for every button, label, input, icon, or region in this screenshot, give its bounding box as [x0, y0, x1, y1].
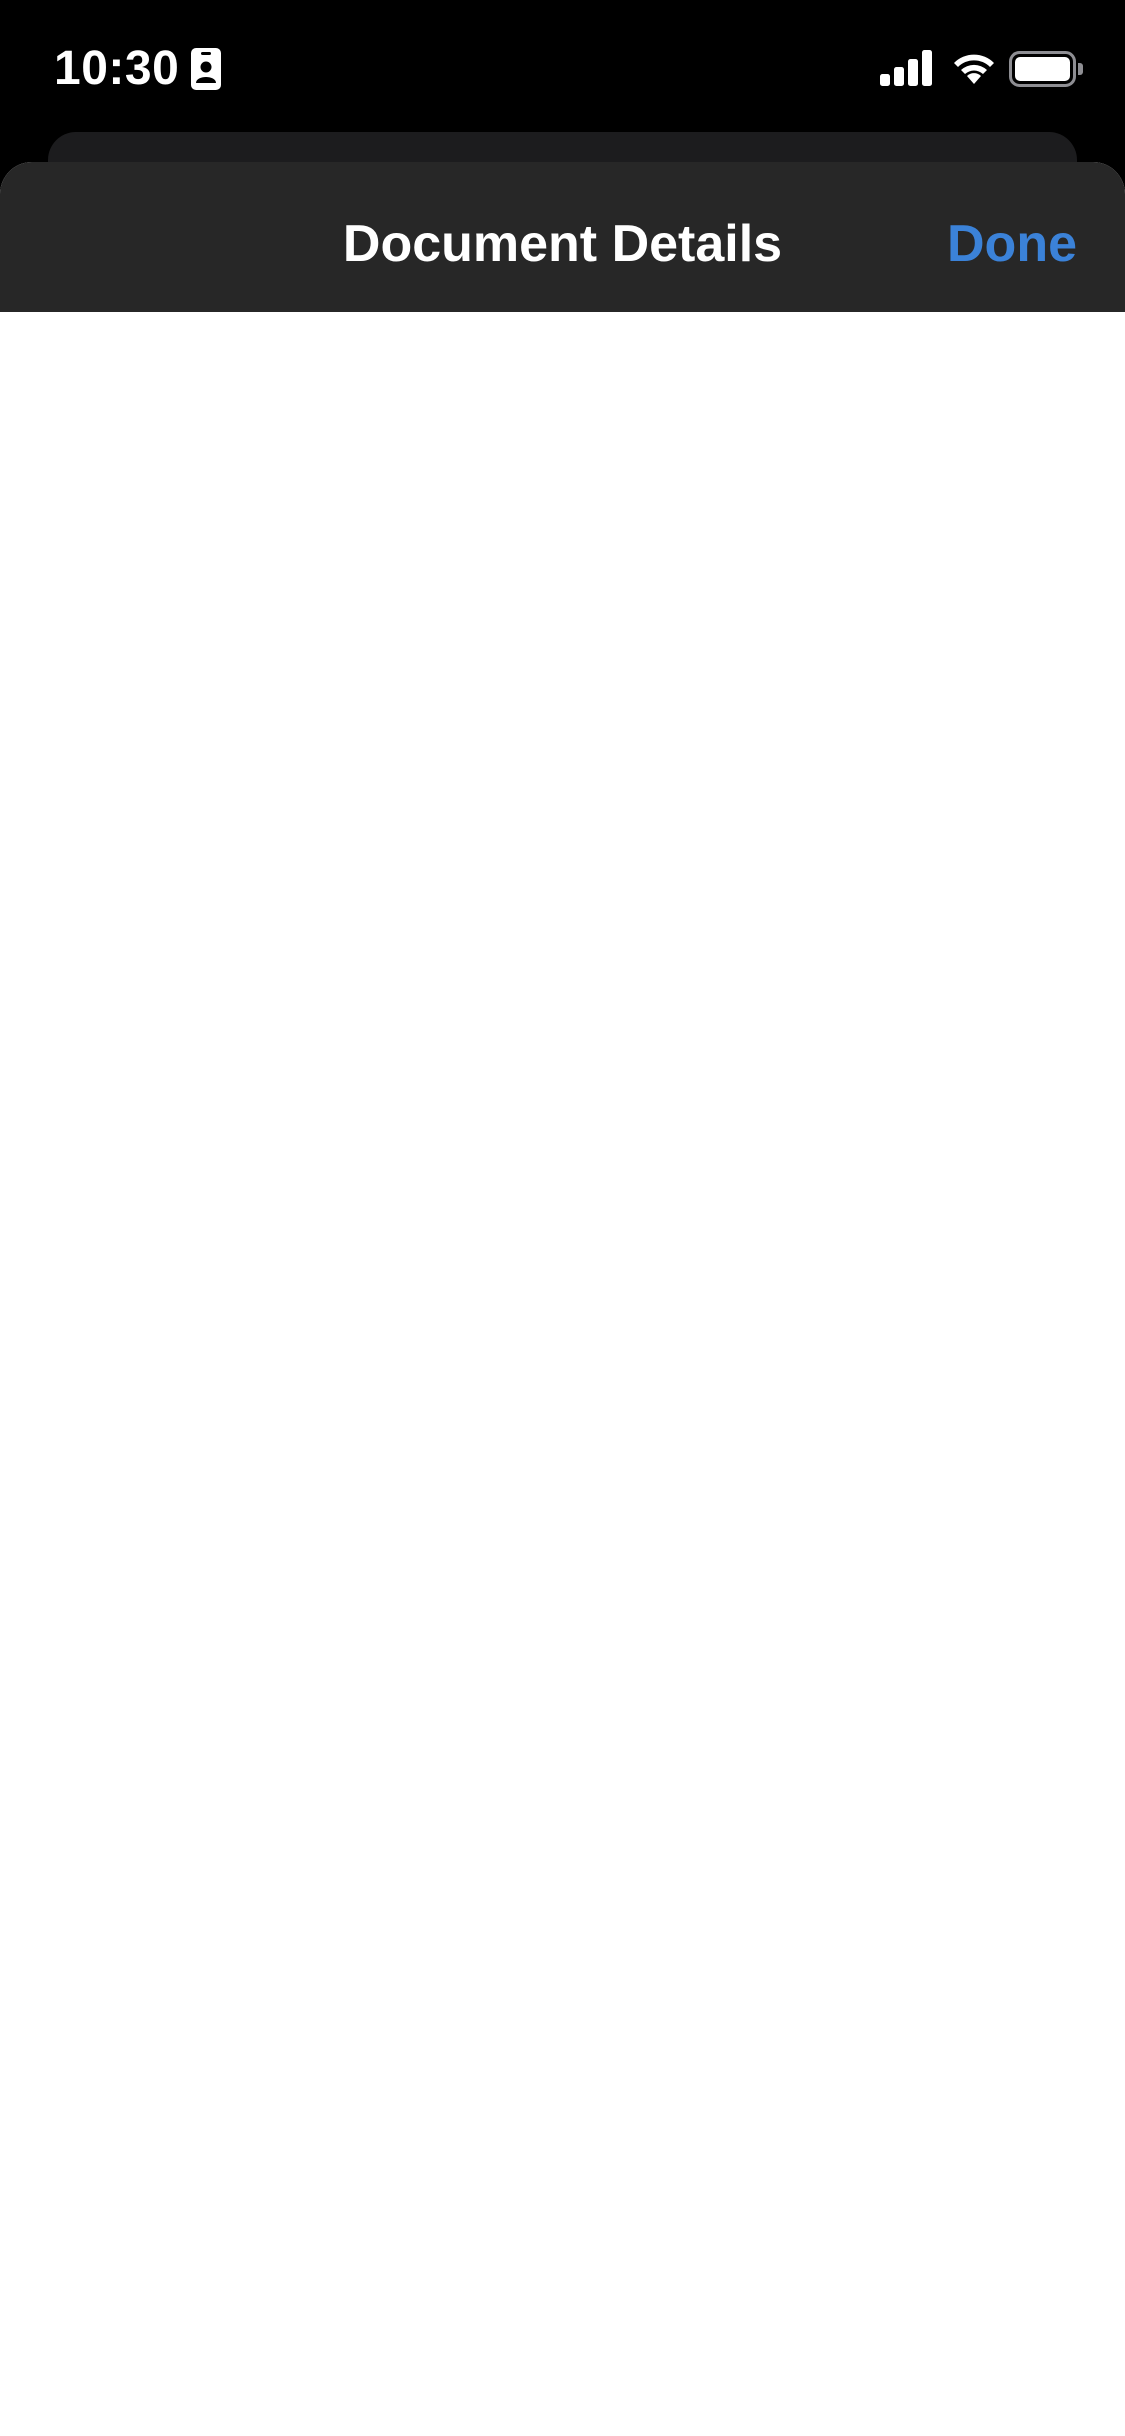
screen: 10:30 Document Details Done: [0, 0, 1125, 2436]
status-time: 10:30: [54, 42, 180, 95]
battery-icon: [1009, 51, 1083, 87]
signal-icon: [880, 50, 932, 86]
sheet-content: [0, 312, 1125, 2436]
done-button[interactable]: Done: [947, 214, 1077, 274]
status-bar: 10:30: [0, 0, 1125, 132]
sheet-nav-bar: Document Details Done: [0, 162, 1125, 312]
document-details-sheet: Document Details Done: [0, 162, 1125, 2436]
wifi-icon: [954, 54, 994, 84]
contact-card-icon: [191, 48, 221, 90]
